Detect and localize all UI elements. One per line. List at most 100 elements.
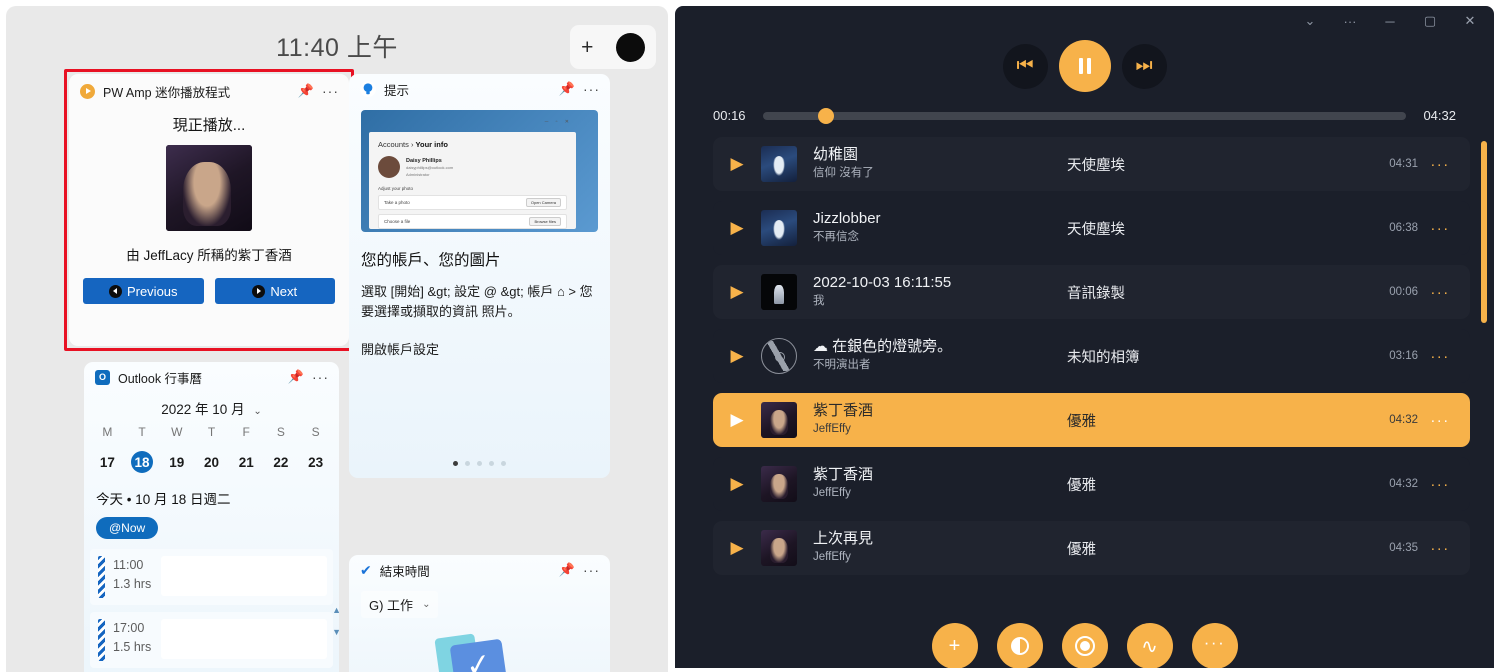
play-pause-button[interactable] [1058, 40, 1111, 92]
seek-knob[interactable] [817, 107, 834, 124]
next-button[interactable]: Next [214, 278, 335, 304]
track-row[interactable]: ▶ 上次再見 JeffEffy 優雅 04:35 ··· [713, 521, 1470, 575]
track-row[interactable]: ▶ ☁ 在銀色的燈號旁。 不明演出者 未知的相簿 03:16 ··· [713, 329, 1470, 383]
previous-track-button[interactable]: ⏮ [1002, 43, 1048, 89]
chevron-down-icon[interactable]: ⌄ [1290, 6, 1330, 36]
play-icon[interactable]: ▶ [713, 346, 761, 366]
calendar-day[interactable]: 19 [159, 446, 194, 478]
track-more-icon[interactable]: ··· [1418, 284, 1462, 301]
calendar-event[interactable]: 11:00 1.3 hrs [90, 549, 333, 605]
calendar-day-today[interactable]: 18 [125, 446, 160, 478]
track-meta: 紫丁香酒 JeffEffy [797, 402, 1067, 438]
calendar-day[interactable]: 23 [298, 446, 333, 478]
track-row[interactable]: ▶ Jizzlobber 不再信念 天使塵埃 06:38 ··· [713, 201, 1470, 255]
track-title: 幼稚園 [813, 146, 859, 163]
tips-link[interactable]: 開啟帳戶設定 [361, 339, 598, 358]
waveform-button[interactable]: ∿ [1126, 623, 1173, 668]
preview-row-choose-file: Choose a file Browse files [378, 214, 567, 229]
calendar-dow: S [311, 425, 320, 439]
previous-icon [108, 284, 122, 298]
pin-icon[interactable]: 📌 [298, 83, 314, 99]
more-icon[interactable]: ··· [312, 369, 329, 385]
scroll-up-icon[interactable]: ▲ [332, 605, 339, 615]
tips-pagination[interactable] [349, 461, 610, 466]
calendar-dow: F [242, 425, 250, 439]
track-more-icon[interactable]: ··· [1418, 540, 1462, 557]
calendar-now-chip[interactable]: @Now [96, 517, 159, 539]
add-widget-icon[interactable]: + [581, 37, 593, 58]
track-more-icon[interactable]: ··· [1418, 412, 1462, 429]
more-icon[interactable]: ··· [583, 562, 600, 578]
track-row[interactable]: ▶ 幼稚園 信仰 沒有了 天使塵埃 04:31 ··· [713, 137, 1470, 191]
calendar-event[interactable]: 17:00 1.5 hrs [90, 612, 333, 668]
preview-avatar [378, 156, 400, 178]
play-icon[interactable]: ▶ [713, 218, 761, 238]
calendar-day[interactable]: 17 [90, 446, 125, 478]
widget-card-tips[interactable]: 提示 📌 ··· ─ ▫ ✕ Accounts › Your info Dais… [349, 74, 610, 478]
page-dot[interactable] [477, 461, 482, 466]
tips-preview-image: ─ ▫ ✕ Accounts › Your info Daisy Phillip… [361, 110, 598, 232]
record-button[interactable] [1061, 623, 1108, 668]
play-icon[interactable]: ▶ [713, 154, 761, 174]
card-header: O Outlook 行事曆 📌 ··· [84, 362, 339, 392]
close-icon[interactable]: ✕ [1450, 6, 1490, 36]
track-more-icon[interactable]: ··· [1418, 476, 1462, 493]
page-dot[interactable] [453, 461, 458, 466]
calendar-scroll-buttons[interactable]: ▲ ▼ [332, 605, 339, 637]
calendar-month[interactable]: 2022 年 10 月 ⌄ [84, 398, 339, 418]
elapsed-time: 00:16 [713, 108, 746, 123]
pin-icon[interactable]: 📌 [559, 81, 575, 97]
widget-card-pw-amp[interactable]: PW Amp 迷你播放程式 📌 ··· 現正播放... 由 JeffLacy 所… [69, 74, 349, 346]
chevron-down-icon[interactable]: ⌄ [422, 599, 430, 610]
track-more-icon[interactable]: ··· [1418, 156, 1462, 173]
maximize-icon[interactable]: ▢ [1410, 6, 1450, 36]
seek-track[interactable] [763, 107, 1406, 124]
avatar[interactable] [615, 32, 645, 62]
pin-icon[interactable]: 📌 [559, 562, 575, 578]
widget-card-outlook-calendar[interactable]: O Outlook 行事曆 📌 ··· 2022 年 10 月 ⌄ M T W … [84, 362, 339, 672]
track-more-icon[interactable]: ··· [1418, 220, 1462, 237]
track-album: 優雅 [1067, 413, 1096, 430]
widgets-add-bar[interactable]: + [570, 25, 656, 69]
calendar-day[interactable]: 21 [229, 446, 264, 478]
preview-window-controls: ─ ▫ ✕ [544, 119, 572, 125]
track-more-icon[interactable]: ··· [1418, 348, 1462, 365]
preview-row-button: Open Camera [525, 198, 561, 207]
pw-amp-logo-icon [80, 83, 95, 99]
pin-icon[interactable]: 📌 [288, 369, 304, 385]
play-icon[interactable]: ▶ [713, 410, 761, 430]
page-dot[interactable] [501, 461, 506, 466]
calendar-day[interactable]: 20 [194, 446, 229, 478]
chevron-down-icon[interactable]: ⌄ [253, 406, 261, 417]
contrast-button[interactable] [996, 623, 1043, 668]
next-track-button[interactable]: ⏭ [1121, 43, 1167, 89]
widget-card-todo[interactable]: ✔ 結束時間 📌 ··· G) 工作 ⌄ ★ Get started with … [349, 555, 610, 672]
more-icon[interactable]: ··· [322, 83, 339, 99]
outlook-logo-icon: O [95, 369, 110, 385]
track-duration: 00:06 [1389, 286, 1418, 298]
track-row-selected[interactable]: ▶ 紫丁香酒 JeffEffy 優雅 04:32 ··· [713, 393, 1470, 447]
more-icon[interactable]: ··· [1330, 6, 1370, 36]
tracklist-scrollbar[interactable] [1481, 141, 1487, 323]
calendar-day[interactable]: 22 [264, 446, 299, 478]
track-row[interactable]: ▶ 紫丁香酒 JeffEffy 優雅 04:32 ··· [713, 457, 1470, 511]
track-row[interactable]: ▶ 2022-10-03 16:11:55 我 音訊錄製 00:06 ··· [713, 265, 1470, 319]
more-button[interactable]: ··· [1191, 623, 1238, 668]
page-dot[interactable] [489, 461, 494, 466]
widgets-header: 11:40 上午 + [6, 6, 668, 69]
minimize-icon[interactable]: ─ [1370, 6, 1410, 36]
scroll-down-icon[interactable]: ▼ [332, 627, 339, 637]
previous-button[interactable]: Previous [83, 278, 204, 304]
play-icon[interactable]: ▶ [713, 538, 761, 558]
todo-list-selector[interactable]: G) 工作 ⌄ [361, 591, 439, 618]
card-title: Outlook 行事曆 [118, 371, 203, 386]
page-dot[interactable] [465, 461, 470, 466]
track-meta: ☁ 在銀色的燈號旁。 不明演出者 [797, 338, 1067, 374]
more-icon[interactable]: ··· [583, 81, 600, 97]
track-artist: 信仰 沒有了 [813, 166, 874, 179]
event-block [161, 619, 327, 659]
add-button[interactable]: + [931, 623, 978, 668]
play-icon[interactable]: ▶ [713, 474, 761, 494]
play-icon[interactable]: ▶ [713, 282, 761, 302]
album-art [166, 145, 252, 231]
